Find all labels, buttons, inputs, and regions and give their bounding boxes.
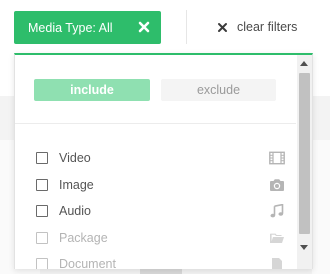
close-x-icon bbox=[218, 22, 227, 32]
option-package[interactable]: Package bbox=[15, 225, 296, 252]
filter-chip-label: Media Type: All bbox=[28, 20, 113, 35]
clear-filters-button[interactable]: clear filters bbox=[217, 18, 297, 36]
option-document[interactable]: Document bbox=[15, 251, 296, 269]
checkbox[interactable] bbox=[36, 178, 48, 191]
document-icon bbox=[272, 258, 282, 269]
checkbox[interactable] bbox=[36, 205, 48, 218]
dropdown-scrollbar[interactable] bbox=[297, 55, 312, 269]
scroll-down-arrow-icon[interactable] bbox=[300, 245, 308, 250]
option-label: Video bbox=[59, 151, 91, 166]
option-label: Package bbox=[59, 230, 108, 245]
media-type-filter-chip[interactable]: Media Type: All bbox=[14, 11, 161, 44]
background-card-right bbox=[312, 140, 330, 274]
include-button[interactable]: include bbox=[34, 79, 150, 101]
media-type-dropdown-panel: include exclude Video Image Audio Packag… bbox=[14, 53, 313, 269]
option-label: Image bbox=[59, 177, 94, 192]
checkbox[interactable] bbox=[36, 152, 48, 165]
music-note-icon bbox=[270, 204, 284, 218]
option-label: Document bbox=[59, 257, 116, 269]
media-type-options-list: Video Image Audio Package Document bbox=[15, 145, 296, 269]
close-x-icon[interactable] bbox=[137, 20, 151, 34]
header-divider bbox=[186, 10, 187, 44]
checkbox[interactable] bbox=[36, 231, 48, 244]
clear-filters-label: clear filters bbox=[237, 20, 298, 34]
option-image[interactable]: Image bbox=[15, 172, 296, 199]
include-exclude-toggle: include exclude bbox=[15, 55, 296, 124]
exclude-button[interactable]: exclude bbox=[161, 79, 276, 101]
camera-icon bbox=[270, 178, 284, 191]
option-label: Audio bbox=[59, 204, 91, 219]
checkbox[interactable] bbox=[36, 258, 48, 269]
option-audio[interactable]: Audio bbox=[15, 198, 296, 225]
scrollbar-thumb[interactable] bbox=[299, 73, 310, 234]
option-video[interactable]: Video bbox=[15, 145, 296, 172]
film-icon bbox=[269, 151, 285, 165]
scroll-up-arrow-icon[interactable] bbox=[300, 61, 308, 66]
folder-icon bbox=[270, 233, 284, 243]
